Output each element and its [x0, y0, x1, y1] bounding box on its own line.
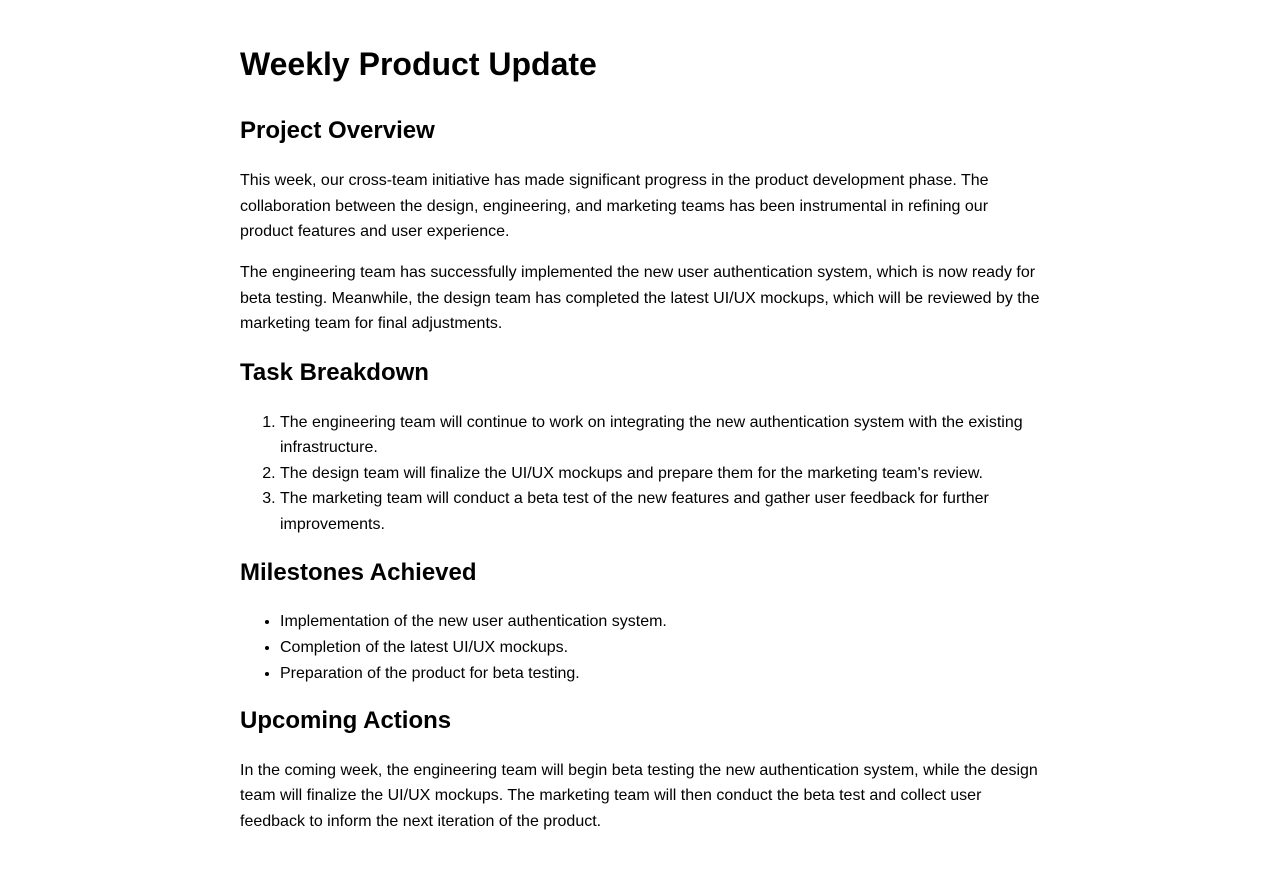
list-item: The engineering team will continue to wo…: [280, 410, 1040, 461]
document-page: Weekly Product Update Project Overview T…: [240, 0, 1040, 835]
milestone-list: Implementation of the new user authentic…: [240, 609, 1040, 686]
section-heading-milestones-achieved: Milestones Achieved: [240, 558, 477, 586]
list-item: The design team will finalize the UI/UX …: [280, 461, 1040, 487]
list-item: Completion of the latest UI/UX mockups.: [280, 635, 1040, 661]
page-title: Weekly Product Update: [240, 46, 597, 82]
list-item: Preparation of the product for beta test…: [280, 661, 1040, 687]
task-list: The engineering team will continue to wo…: [240, 410, 1040, 538]
section-milestones-achieved: Milestones Achieved Implementation of th…: [240, 559, 1040, 687]
section-heading-project-overview: Project Overview: [240, 117, 435, 145]
section-heading-upcoming-actions: Upcoming Actions: [240, 707, 452, 735]
upcoming-paragraph-1: In the coming week, the engineering team…: [240, 761, 1038, 831]
list-item: The marketing team will conduct a beta t…: [280, 486, 1040, 537]
section-project-overview: Project Overview This week, our cross-te…: [240, 117, 1040, 336]
section-task-breakdown: Task Breakdown The engineering team will…: [240, 359, 1040, 538]
overview-paragraph-2: The engineering team has successfully im…: [240, 263, 1040, 333]
section-heading-task-breakdown: Task Breakdown: [240, 358, 429, 386]
section-upcoming-actions: Upcoming Actions In the coming week, the…: [240, 707, 1040, 835]
overview-paragraph-1: This week, our cross-team initiative has…: [240, 172, 989, 241]
list-item: Implementation of the new user authentic…: [280, 609, 1040, 635]
